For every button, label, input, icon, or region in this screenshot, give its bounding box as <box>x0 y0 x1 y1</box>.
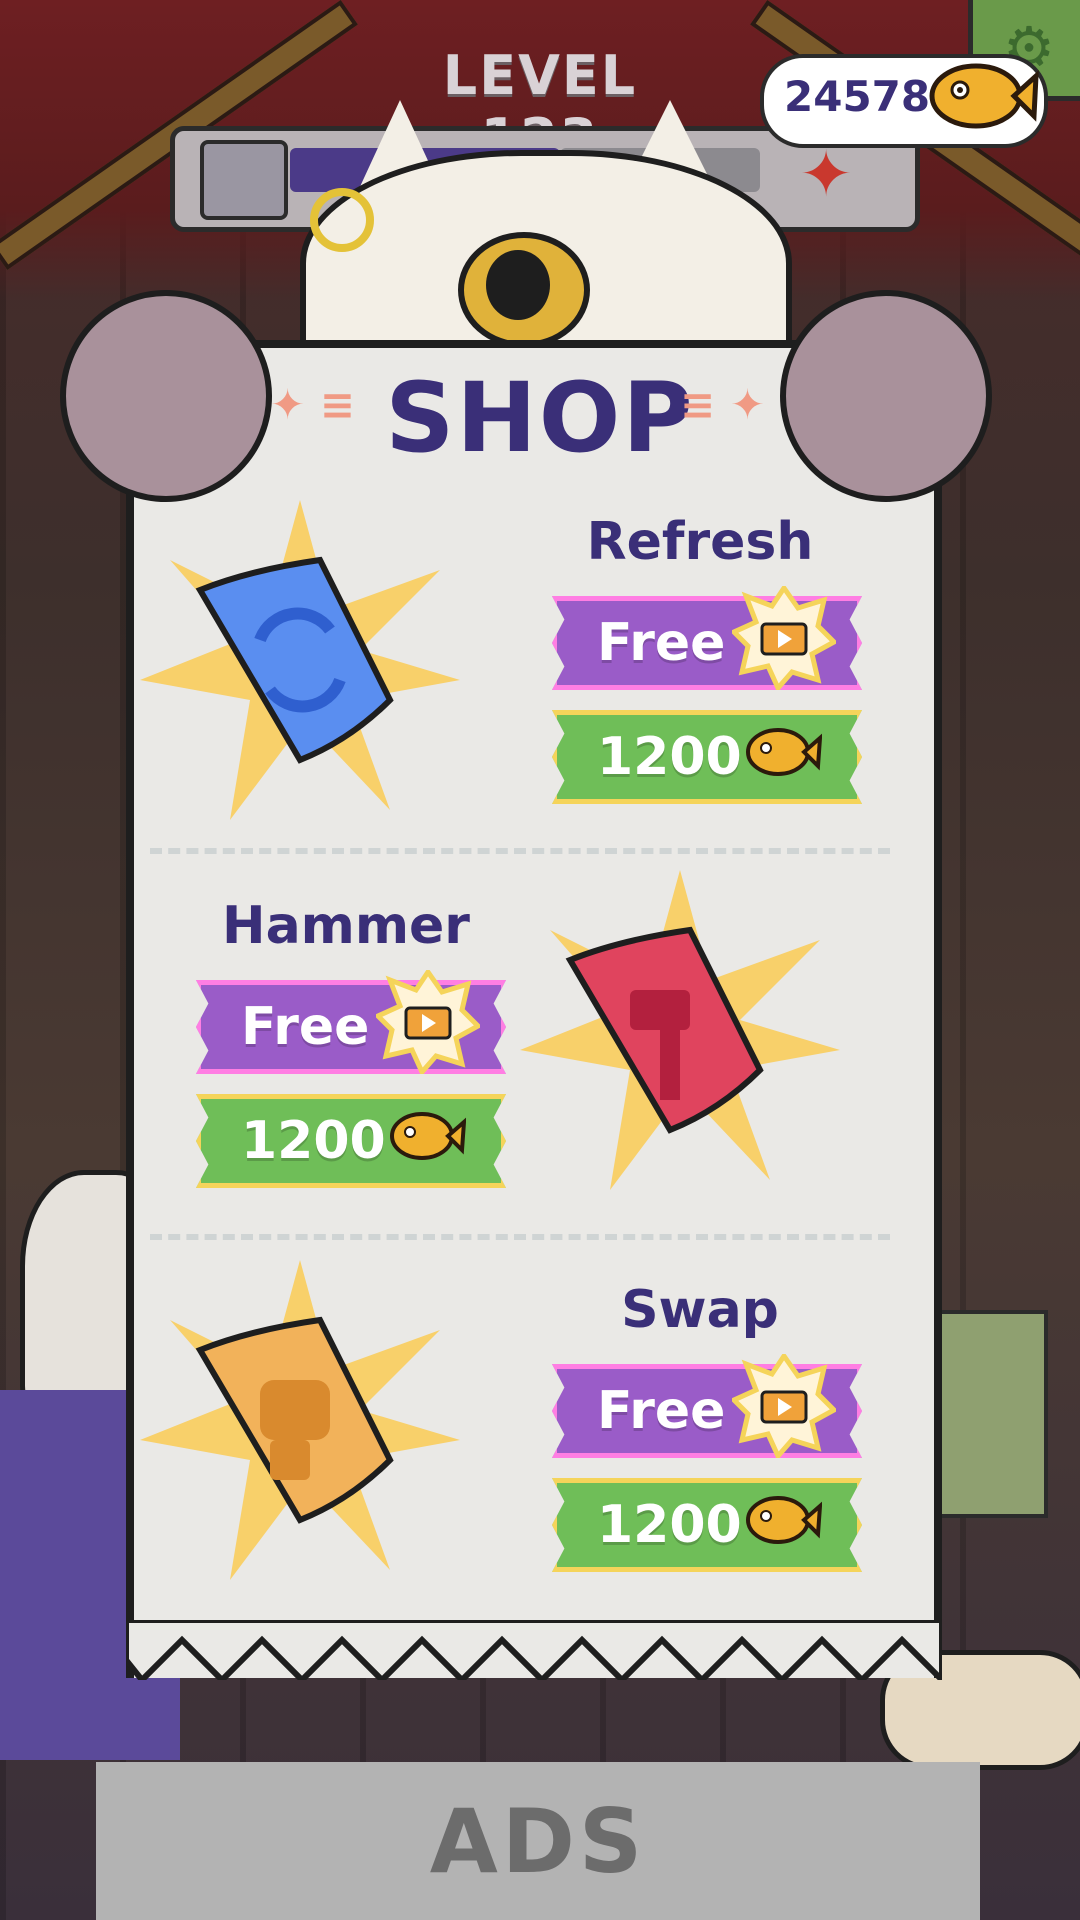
fish-coin-icon <box>746 1496 822 1544</box>
price-label: 1200 <box>597 727 742 787</box>
book-icon <box>200 140 288 220</box>
section-divider <box>150 848 890 854</box>
item-name: Refresh <box>586 512 814 572</box>
sparkle-right: ≡ ✦ <box>680 380 766 429</box>
reward-icon: ✦ <box>799 138 853 212</box>
price-label: 1200 <box>241 1111 386 1171</box>
free-label: Free <box>597 1381 726 1441</box>
ads-label: ADS <box>429 1789 647 1893</box>
cat-earring <box>310 188 374 252</box>
coin-count: 245789 <box>784 72 960 121</box>
video-ad-icon <box>732 586 836 690</box>
video-ad-icon <box>732 1354 836 1458</box>
refresh-card[interactable] <box>190 550 430 770</box>
fish-coin-icon <box>390 1112 466 1160</box>
free-label: Free <box>597 613 726 673</box>
price-label: 1200 <box>597 1495 742 1555</box>
swap-card[interactable] <box>190 1310 430 1530</box>
sign-torn-edge <box>126 1620 942 1680</box>
sparkle-left: ✦ ≡ <box>270 380 356 429</box>
fish-coin-icon <box>929 63 1039 129</box>
ads-banner[interactable]: ADS <box>96 1762 980 1920</box>
item-name: Swap <box>621 1280 779 1340</box>
cat-mouth-inner <box>486 250 550 320</box>
fish-coin-icon <box>746 728 822 776</box>
cat-paw-left <box>60 290 272 502</box>
shop-title: SHOP <box>385 362 695 474</box>
item-name: Hammer <box>222 896 470 956</box>
hammer-card[interactable] <box>560 920 800 1140</box>
cat-paw-right <box>780 290 992 502</box>
section-divider <box>150 1234 890 1240</box>
free-label: Free <box>241 997 370 1057</box>
video-ad-icon <box>376 970 480 1074</box>
